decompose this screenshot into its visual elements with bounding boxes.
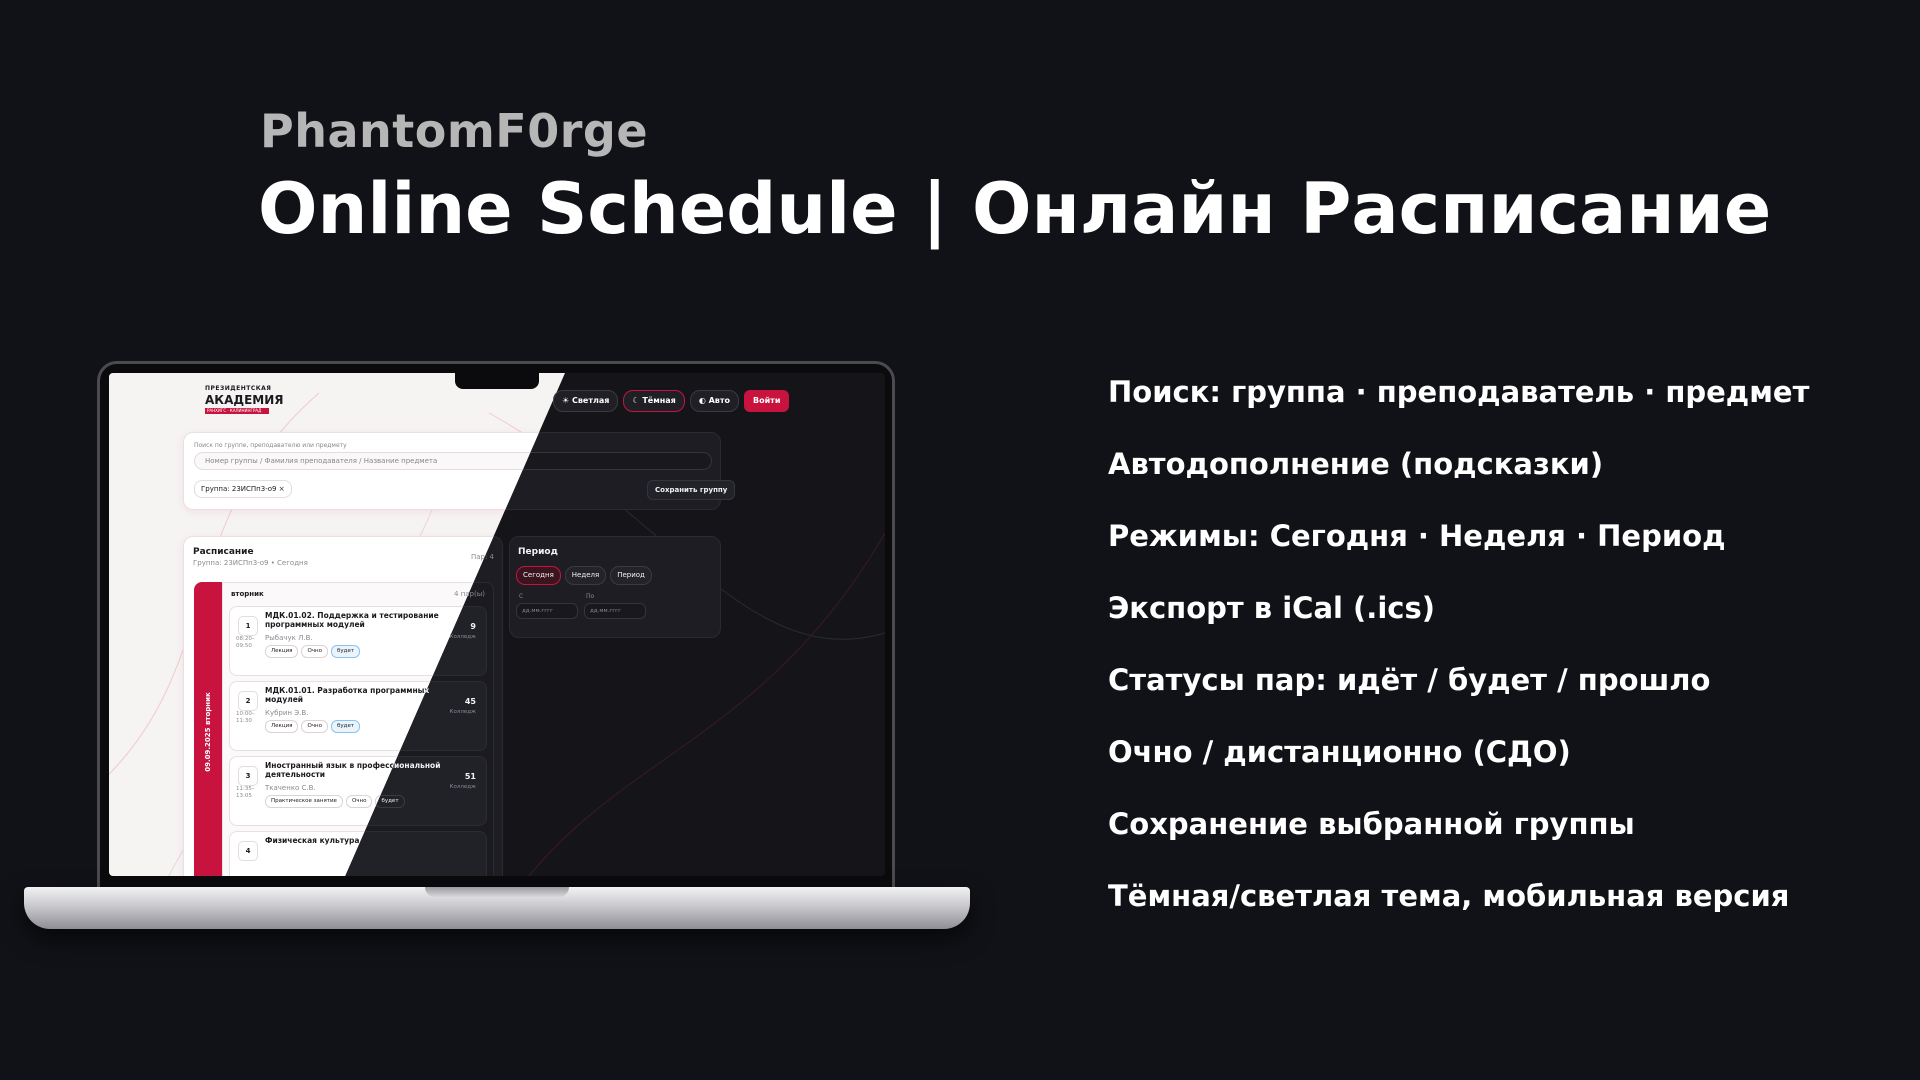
auto-icon: ◐ [698, 396, 706, 405]
lesson-building: Колледж [449, 634, 476, 640]
feature-item: Режимы: Сегодня · Неделя · Период [1108, 519, 1726, 553]
feature-item: Тёмная/светлая тема, мобильная версия [1108, 879, 1790, 913]
brand-name: PhantomF0rge [260, 104, 649, 158]
lesson-type-tag: Лекция [265, 645, 299, 658]
lesson-number: 1 [238, 616, 258, 636]
lesson-status-badge: будет [331, 645, 361, 658]
lesson-number: 2 [238, 691, 258, 711]
lesson-time: 10:00–11:30 [236, 711, 255, 725]
chip-label: Светлая [571, 396, 610, 405]
lesson-teacher[interactable]: Рыбачук Л.В. [265, 634, 313, 642]
lesson-time: 08:20–09:50 [236, 636, 255, 650]
date-from-label: С [519, 593, 524, 600]
day-name: вторник [231, 590, 264, 598]
mode-switcher: Сегодня Неделя Период [516, 566, 652, 585]
chip-label: Авто [708, 396, 730, 405]
lesson-title: МДК.01.02. Поддержка и тестирование прог… [265, 611, 439, 629]
lesson-teacher[interactable]: Кубрин Э.В. [265, 709, 308, 717]
lesson-room: 45 [464, 697, 476, 706]
mode-week-button[interactable]: Неделя [564, 566, 607, 585]
academy-logo[interactable]: ПРЕЗИДЕНТСКАЯ АКАДЕМИЯ РАНХИГС · КАЛИНИН… [205, 386, 284, 414]
feature-item: Сохранение выбранной группы [1108, 807, 1635, 841]
save-group-button[interactable]: Сохранить группу [647, 480, 736, 500]
search-label: Поиск по группе, преподавателю или предм… [194, 442, 347, 449]
feature-item: Поиск: группа · преподаватель · предмет [1108, 375, 1810, 409]
schedule-title: Расписание [193, 547, 254, 557]
feature-item: Очно / дистанционно (СДО) [1108, 735, 1571, 769]
date-from-input[interactable]: дд.мм.гггг [516, 603, 578, 619]
lesson-building: Колледж [449, 784, 476, 790]
lesson-number: 3 [238, 766, 258, 786]
date-to-input[interactable]: дд.мм.гггг [584, 603, 646, 619]
login-button[interactable]: Войти [743, 390, 790, 412]
lesson-time: 11:35–13:05 [236, 786, 255, 800]
logo-line: РАНХИГС · КАЛИНИНГРАД [205, 408, 269, 414]
moon-icon: ☾ [632, 396, 640, 405]
auto-theme-button[interactable]: ◐ Авто [689, 390, 739, 412]
selected-group-chip[interactable]: Группа: 23ИСПп3-о9 × [194, 480, 292, 498]
lesson-number: 4 [238, 841, 258, 861]
theme-switcher: ☀ Светлая ☾ Тёмная ◐ Авто Войти [553, 390, 790, 412]
feature-item: Статусы пар: идёт / будет / прошло [1108, 663, 1711, 697]
lesson-status-badge: будет [331, 720, 361, 733]
period-panel: Период Сегодня Неделя Период С По дд.мм.… [509, 536, 721, 638]
schedule-subtitle: Группа: 23ИСПп3-о9 • Сегодня [193, 559, 308, 567]
chip-label: Группа: 23ИСПп3-о9 [201, 485, 277, 493]
close-icon[interactable]: × [279, 485, 285, 493]
lesson-format-tag: Очно [301, 645, 329, 658]
lesson-type-tag: Лекция [265, 720, 299, 733]
sun-icon: ☀ [562, 396, 570, 405]
mode-period-button[interactable]: Период [610, 566, 652, 585]
day-date: 09.09.2025 вторник [204, 692, 212, 772]
feature-list: Поиск: группа · преподаватель · предмет … [1108, 368, 1908, 944]
chip-label: Тёмная [642, 396, 676, 405]
lesson-building: Колледж [449, 709, 476, 715]
date-to-label: По [586, 593, 595, 600]
lesson-teacher[interactable]: Ткаченко С.В. [265, 784, 316, 792]
lesson-room: 51 [464, 772, 476, 781]
page-title: Online Schedule | Онлайн Расписание [258, 168, 1772, 250]
laptop-groove [425, 887, 569, 897]
lesson-tags: Лекция Очно будет [265, 645, 361, 658]
logo-line: АКАДЕМИЯ [205, 393, 284, 407]
camera-notch [455, 373, 539, 389]
laptop-screen: ПРЕЗИДЕНТСКАЯ АКАДЕМИЯ РАНХИГС · КАЛИНИН… [109, 373, 885, 876]
lesson-status-badge: будет [375, 795, 405, 808]
dark-theme-button[interactable]: ☾ Тёмная [623, 390, 685, 412]
feature-item: Автодополнение (подсказки) [1108, 447, 1604, 481]
day-date-stripe: 09.09.2025 вторник [194, 582, 222, 876]
feature-item: Экспорт в iCal (.ics) [1108, 591, 1435, 625]
logo-line: ПРЕЗИДЕНТСКАЯ [205, 385, 272, 392]
lesson-type-tag: Практическое занятие [265, 795, 343, 808]
mode-today-button[interactable]: Сегодня [516, 566, 561, 585]
light-theme-button[interactable]: ☀ Светлая [553, 390, 619, 412]
lesson-room: 9 [470, 622, 476, 631]
lesson-format-tag: Очно [301, 720, 329, 733]
lesson-tags: Лекция Очно будет [265, 720, 361, 733]
period-title: Период [518, 547, 558, 557]
lesson-format-tag: Очно [345, 795, 373, 808]
